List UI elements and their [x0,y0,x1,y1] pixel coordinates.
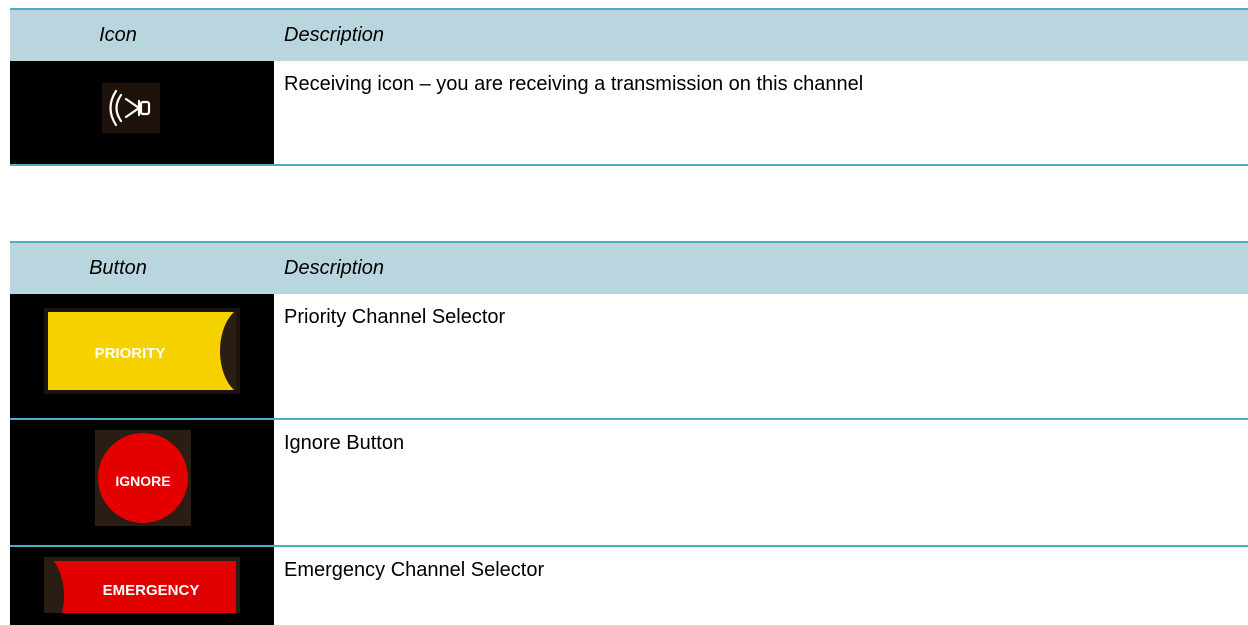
table-row: IGNORE Ignore Button [10,419,1248,547]
button-notch [48,561,64,613]
column-header-button: Button [10,241,274,294]
ignore-button-frame: IGNORE [95,430,191,526]
table-header-row: Button Description [10,241,1248,294]
ignore-button: IGNORE [98,433,188,523]
description-cell: Priority Channel Selector [274,294,1248,420]
priority-button-frame: PRIORITY [44,308,240,394]
button-image-cell: PRIORITY [10,294,274,420]
column-header-description: Description [274,8,1248,61]
table-row: Receiving icon – you are receiving a tra… [10,61,1248,166]
column-header-icon: Icon [10,8,274,61]
priority-button: PRIORITY [48,312,236,390]
emergency-button-frame: EMERGENCY [44,557,240,613]
column-header-description: Description [274,241,1248,294]
emergency-button-label: EMERGENCY [102,582,200,599]
button-notch [220,312,236,390]
button-table: Button Description PRIORITY Priority Cha… [10,241,1248,625]
description-cell: Receiving icon – you are receiving a tra… [274,61,1248,166]
icon-image-cell [10,61,274,166]
icon-table: Icon Description Receiving icon – you ar… [10,8,1248,166]
priority-button-label: PRIORITY [94,345,166,362]
table-header-row: Icon Description [10,8,1248,61]
speaker-receiving-icon [102,83,160,133]
description-cell: Ignore Button [274,419,1248,547]
button-image-cell: IGNORE [10,419,274,547]
table-row: PRIORITY Priority Channel Selector [10,294,1248,420]
emergency-button: EMERGENCY [48,561,236,613]
